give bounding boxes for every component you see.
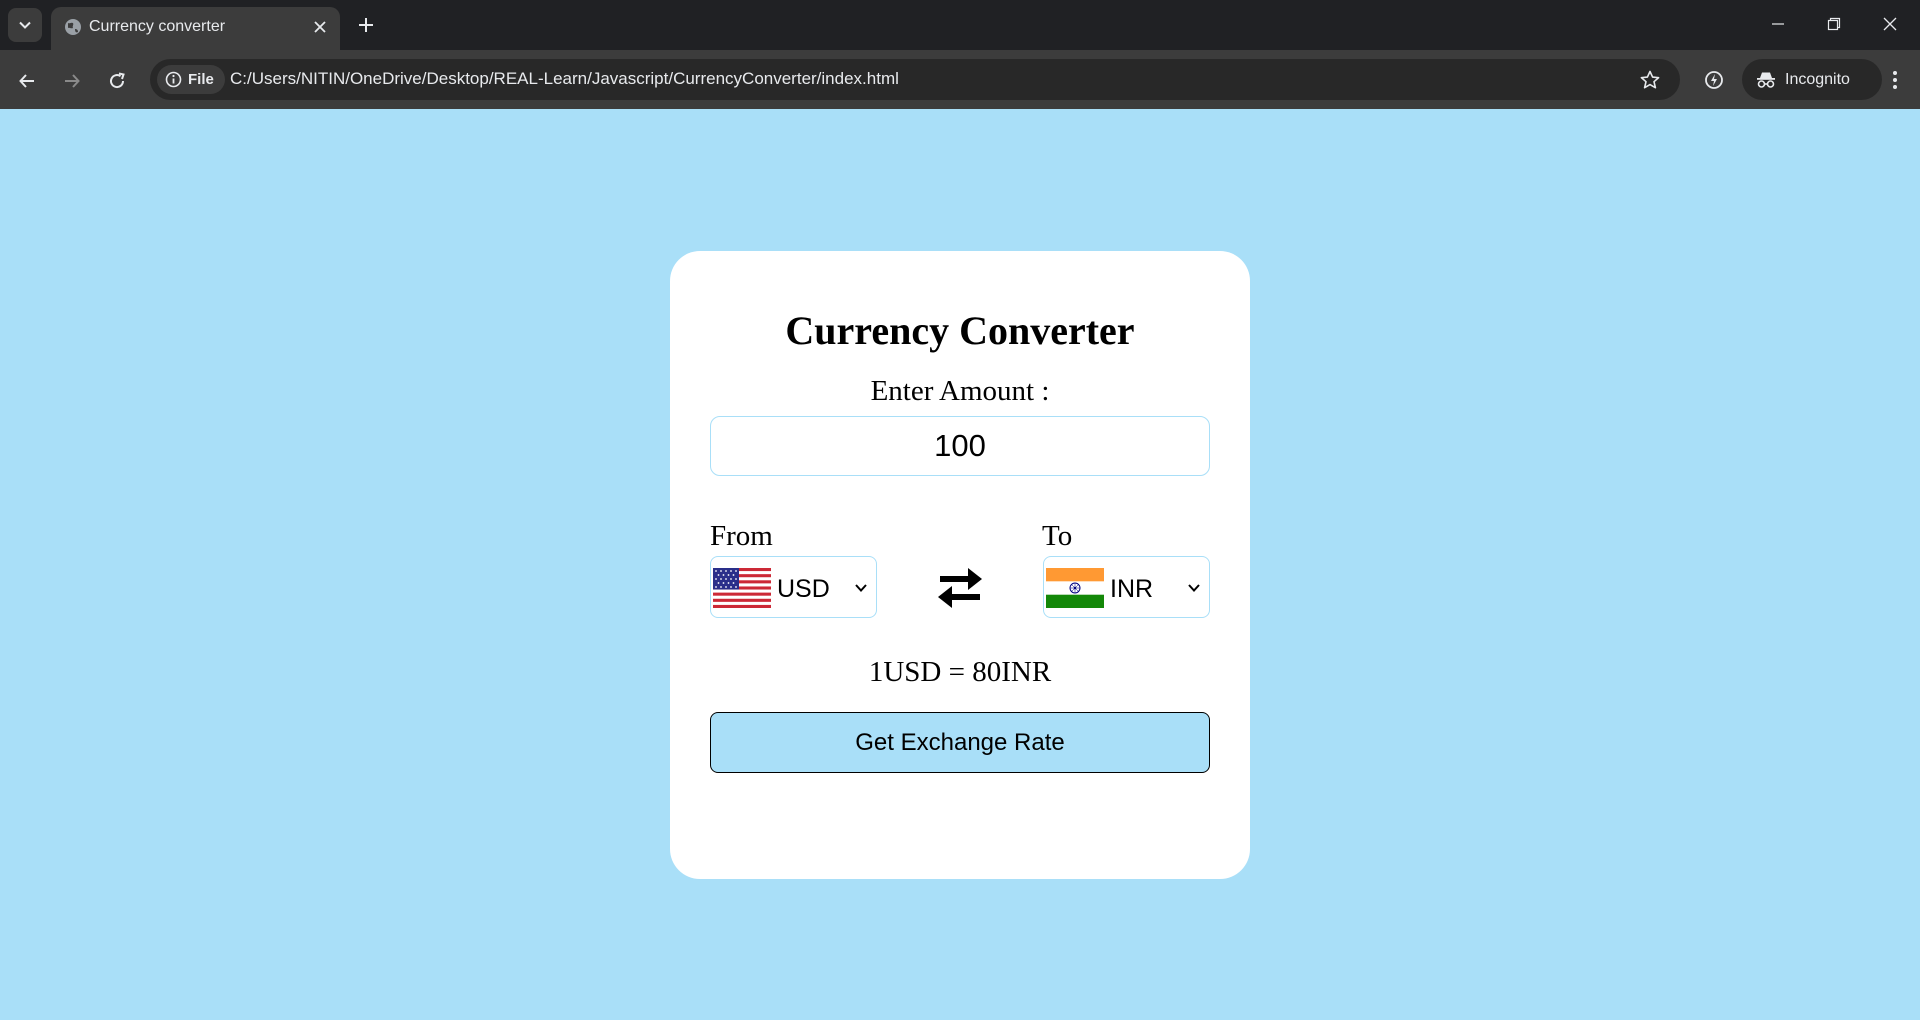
window-close-button[interactable] [1862,0,1918,48]
browser-menu-button[interactable] [1880,64,1910,96]
converter-card: Currency Converter Enter Amount : From U… [670,251,1250,879]
extensions-button[interactable] [1700,66,1728,94]
extension-icon [1705,71,1723,89]
incognito-indicator[interactable]: Incognito [1742,59,1882,100]
exchange-rate-message: 1USD = 80INR [868,656,1052,688]
us-flag-icon [713,568,771,608]
url-text[interactable]: C:/Users/NITIN/OneDrive/Desktop/REAL-Lea… [230,69,899,89]
close-icon [314,21,326,33]
forward-button[interactable] [55,64,89,98]
from-label: From [710,520,773,552]
browser-tab-strip: Currency converter [0,0,1920,50]
bookmark-button[interactable] [1638,68,1662,92]
close-icon [1883,17,1897,31]
address-bar[interactable]: File C:/Users/NITIN/OneDrive/Desktop/REA… [150,59,1680,100]
chevron-down-icon [855,584,867,592]
reload-button[interactable] [100,64,134,98]
minimize-button[interactable] [1750,0,1806,48]
minimize-icon [1772,23,1784,25]
browser-tab[interactable]: Currency converter [51,7,340,50]
incognito-label: Incognito [1785,70,1850,88]
from-currency-select[interactable]: USD [710,556,877,618]
plus-icon [359,18,373,32]
more-vertical-icon [1893,71,1897,89]
site-info-label: File [188,71,214,88]
restore-icon [1827,17,1841,31]
get-exchange-rate-button[interactable]: Get Exchange Rate [710,712,1210,773]
to-currency-select[interactable]: INR [1043,556,1210,618]
new-tab-button[interactable] [352,11,380,39]
info-icon [165,71,182,88]
arrow-right-icon [65,74,80,88]
from-currency-value: USD [777,575,830,603]
page-title: Currency Converter [785,308,1135,353]
tab-close-button[interactable] [309,16,331,38]
amount-input[interactable] [710,416,1210,476]
tab-search-button[interactable] [8,8,42,42]
back-button[interactable] [10,64,44,98]
arrow-left-icon [19,74,34,88]
india-flag-icon [1046,568,1104,608]
browser-toolbar: File C:/Users/NITIN/OneDrive/Desktop/REA… [0,50,1920,109]
to-label: To [1042,520,1073,552]
reload-icon [110,72,125,89]
amount-label: Enter Amount : [870,375,1050,407]
tab-title: Currency converter [89,18,226,35]
swap-arrows-icon[interactable] [934,564,986,612]
to-currency-value: INR [1110,575,1154,603]
chevron-down-icon [19,21,31,29]
site-info-chip[interactable]: File [157,65,225,94]
globe-icon [65,19,81,35]
incognito-icon [1757,72,1775,88]
chevron-down-icon [1188,584,1200,592]
star-icon [1640,70,1660,89]
restore-button[interactable] [1806,0,1862,48]
